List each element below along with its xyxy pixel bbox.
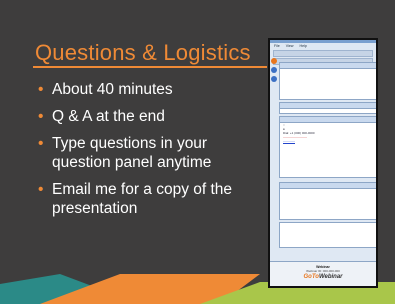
panel-menu-bar: File View Help [270, 43, 376, 49]
section-header [280, 103, 376, 109]
title-underline [33, 66, 267, 68]
webinar-id: Webinar ID: 000-000-000 [306, 269, 340, 273]
orange-icon[interactable] [271, 58, 277, 64]
bullet-item: • Email me for a copy of the presentation [38, 181, 233, 217]
menu-item-help[interactable]: Help [300, 44, 307, 48]
bullet-dot-icon: • [38, 135, 44, 152]
blue-icon[interactable] [271, 67, 277, 73]
panel-footer: Webinar Webinar ID: 000-000-000 GoToWebi… [270, 261, 376, 286]
bullet-dot-icon: • [38, 108, 44, 125]
slide-frame: Questions & Logistics • About 40 minutes … [0, 0, 395, 304]
bullet-dot-icon: • [38, 81, 44, 98]
panel-section-audio: ○ ● Dial: +1 (000) 000-0000 ———————— ———… [279, 116, 376, 178]
bullet-item: • Type questions in your question panel a… [38, 135, 212, 171]
menu-item-file[interactable]: File [274, 44, 280, 48]
bullet-dot-icon: • [38, 181, 44, 198]
panel-section-screen [279, 62, 376, 100]
panel-side-icons [271, 58, 278, 85]
presentation-slide: Questions & Logistics • About 40 minutes … [0, 0, 395, 304]
question-input[interactable] [279, 222, 376, 248]
audio-link[interactable]: ———— [280, 139, 376, 143]
bullet-item: • Q & A at the end [38, 108, 165, 125]
section-header [280, 63, 376, 69]
bullet-list: • About 40 minutes • Q & A at the end • Typ… [38, 80, 263, 226]
bullet-item: • About 40 minutes [38, 81, 173, 98]
gotowebinar-logo: GoToWebinar [303, 274, 343, 280]
menu-item-view[interactable]: View [286, 44, 294, 48]
blue-icon[interactable] [271, 76, 277, 82]
panel-toolbar [273, 50, 373, 57]
section-header [280, 183, 376, 189]
panel-section-questions [279, 182, 376, 220]
webinar-control-panel: File View Help ○ ● Dial: +1 (000) 000-00… [268, 38, 378, 288]
slide-title: Questions & Logistics [35, 40, 251, 65]
panel-search-box[interactable] [279, 102, 376, 114]
